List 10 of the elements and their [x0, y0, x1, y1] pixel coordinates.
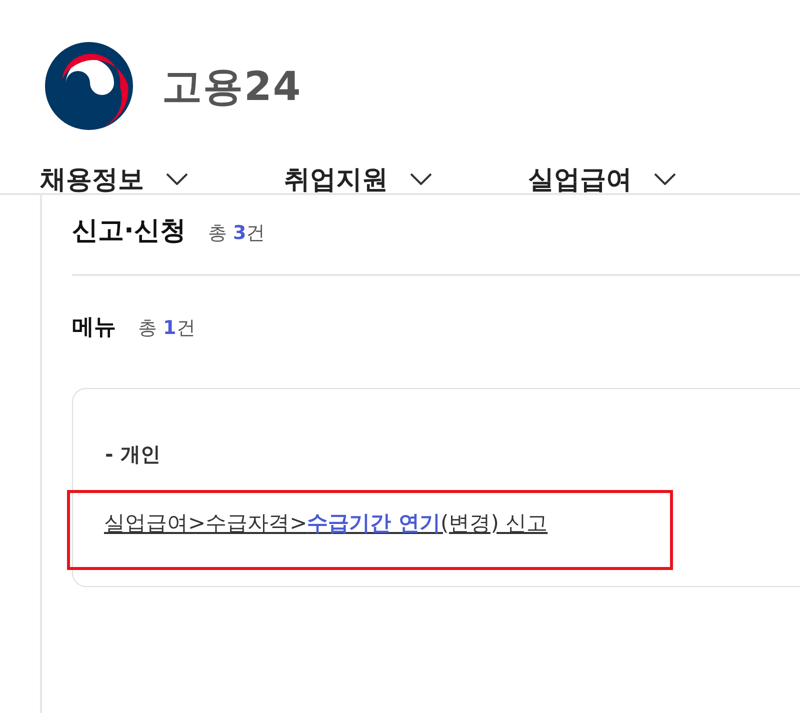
result-count: 총 3건	[208, 221, 266, 246]
result-count: 총 1건	[138, 316, 196, 341]
nav-menu-item[interactable]: 취업지원	[284, 162, 432, 196]
site-logo-text[interactable]: 고용24	[162, 58, 302, 114]
group-label: - 개인	[105, 441, 162, 468]
nav-menu-item[interactable]: 실업급여	[528, 162, 676, 196]
section-title: 신고·신청	[72, 215, 186, 248]
nav-menu-item[interactable]: 채용정보	[40, 162, 188, 196]
menu-title: 메뉴	[72, 314, 116, 342]
menu-path-link[interactable]: 실업급여>수급자격>수급기간 연기(변경) 신고	[104, 511, 548, 535]
